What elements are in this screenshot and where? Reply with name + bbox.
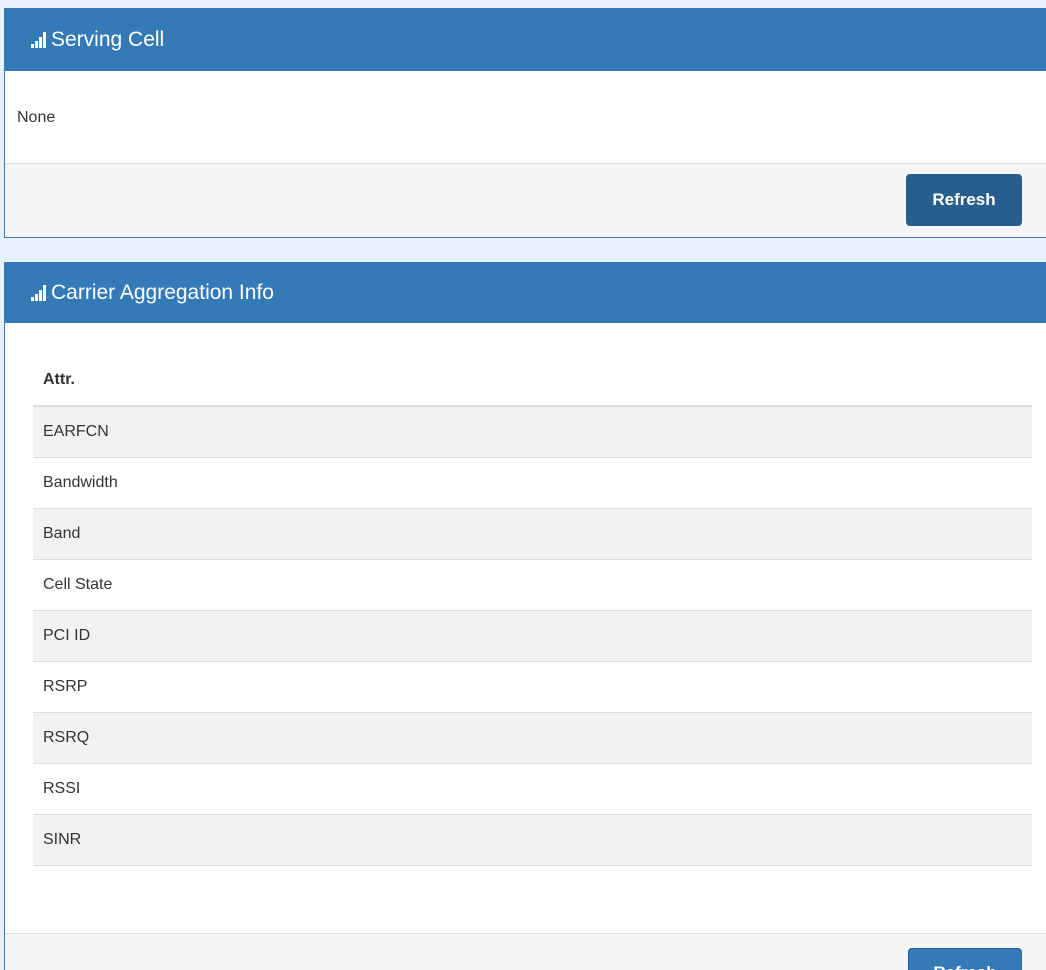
serving-cell-refresh-button[interactable]: Refresh (906, 174, 1022, 226)
serving-cell-title: Serving Cell (51, 28, 165, 51)
attr-cell: EARFCN (33, 406, 1032, 458)
carrier-aggregation-title: Carrier Aggregation Info (51, 281, 274, 304)
attr-cell: Cell State (33, 559, 1032, 611)
table-row: Bandwidth (33, 457, 1032, 509)
signal-bars-icon (31, 32, 46, 48)
serving-cell-body: None (17, 108, 56, 126)
attr-column-header: Attr. (33, 355, 1032, 407)
attr-cell: SINR (33, 814, 1032, 866)
table-row: SINR (33, 814, 1032, 866)
attr-cell: RSRQ (33, 712, 1032, 764)
serving-cell-footer: Refresh (5, 163, 1046, 237)
table-row: RSRQ (33, 712, 1032, 764)
carrier-aggregation-panel: Carrier Aggregation Info Attr. EARFCN Ba… (4, 262, 1046, 970)
carrier-aggregation-footer: Refresh (5, 933, 1046, 970)
attr-cell: PCI ID (33, 610, 1032, 662)
attr-cell: RSRP (33, 661, 1032, 713)
carrier-aggregation-table: Attr. EARFCN Bandwidth Band Cell State P… (33, 355, 1032, 866)
table-row: Band (33, 508, 1032, 560)
serving-cell-panel: Serving Cell None Refresh (4, 8, 1046, 238)
table-row: RSRP (33, 661, 1032, 713)
table-row: PCI ID (33, 610, 1032, 662)
signal-bars-icon (31, 285, 46, 301)
carrier-aggregation-refresh-button[interactable]: Refresh (908, 948, 1022, 970)
table-row: RSSI (33, 763, 1032, 815)
attr-cell: RSSI (33, 763, 1032, 815)
attr-cell: Bandwidth (33, 457, 1032, 509)
table-row: EARFCN (33, 406, 1032, 458)
serving-cell-heading: Serving Cell (5, 9, 1046, 71)
table-row: Cell State (33, 559, 1032, 611)
table-header-row: Attr. (33, 355, 1032, 407)
page: Serving Cell None Refresh Carrier Aggreg… (0, 0, 1046, 970)
carrier-aggregation-heading: Carrier Aggregation Info (5, 263, 1046, 323)
attr-cell: Band (33, 508, 1032, 560)
